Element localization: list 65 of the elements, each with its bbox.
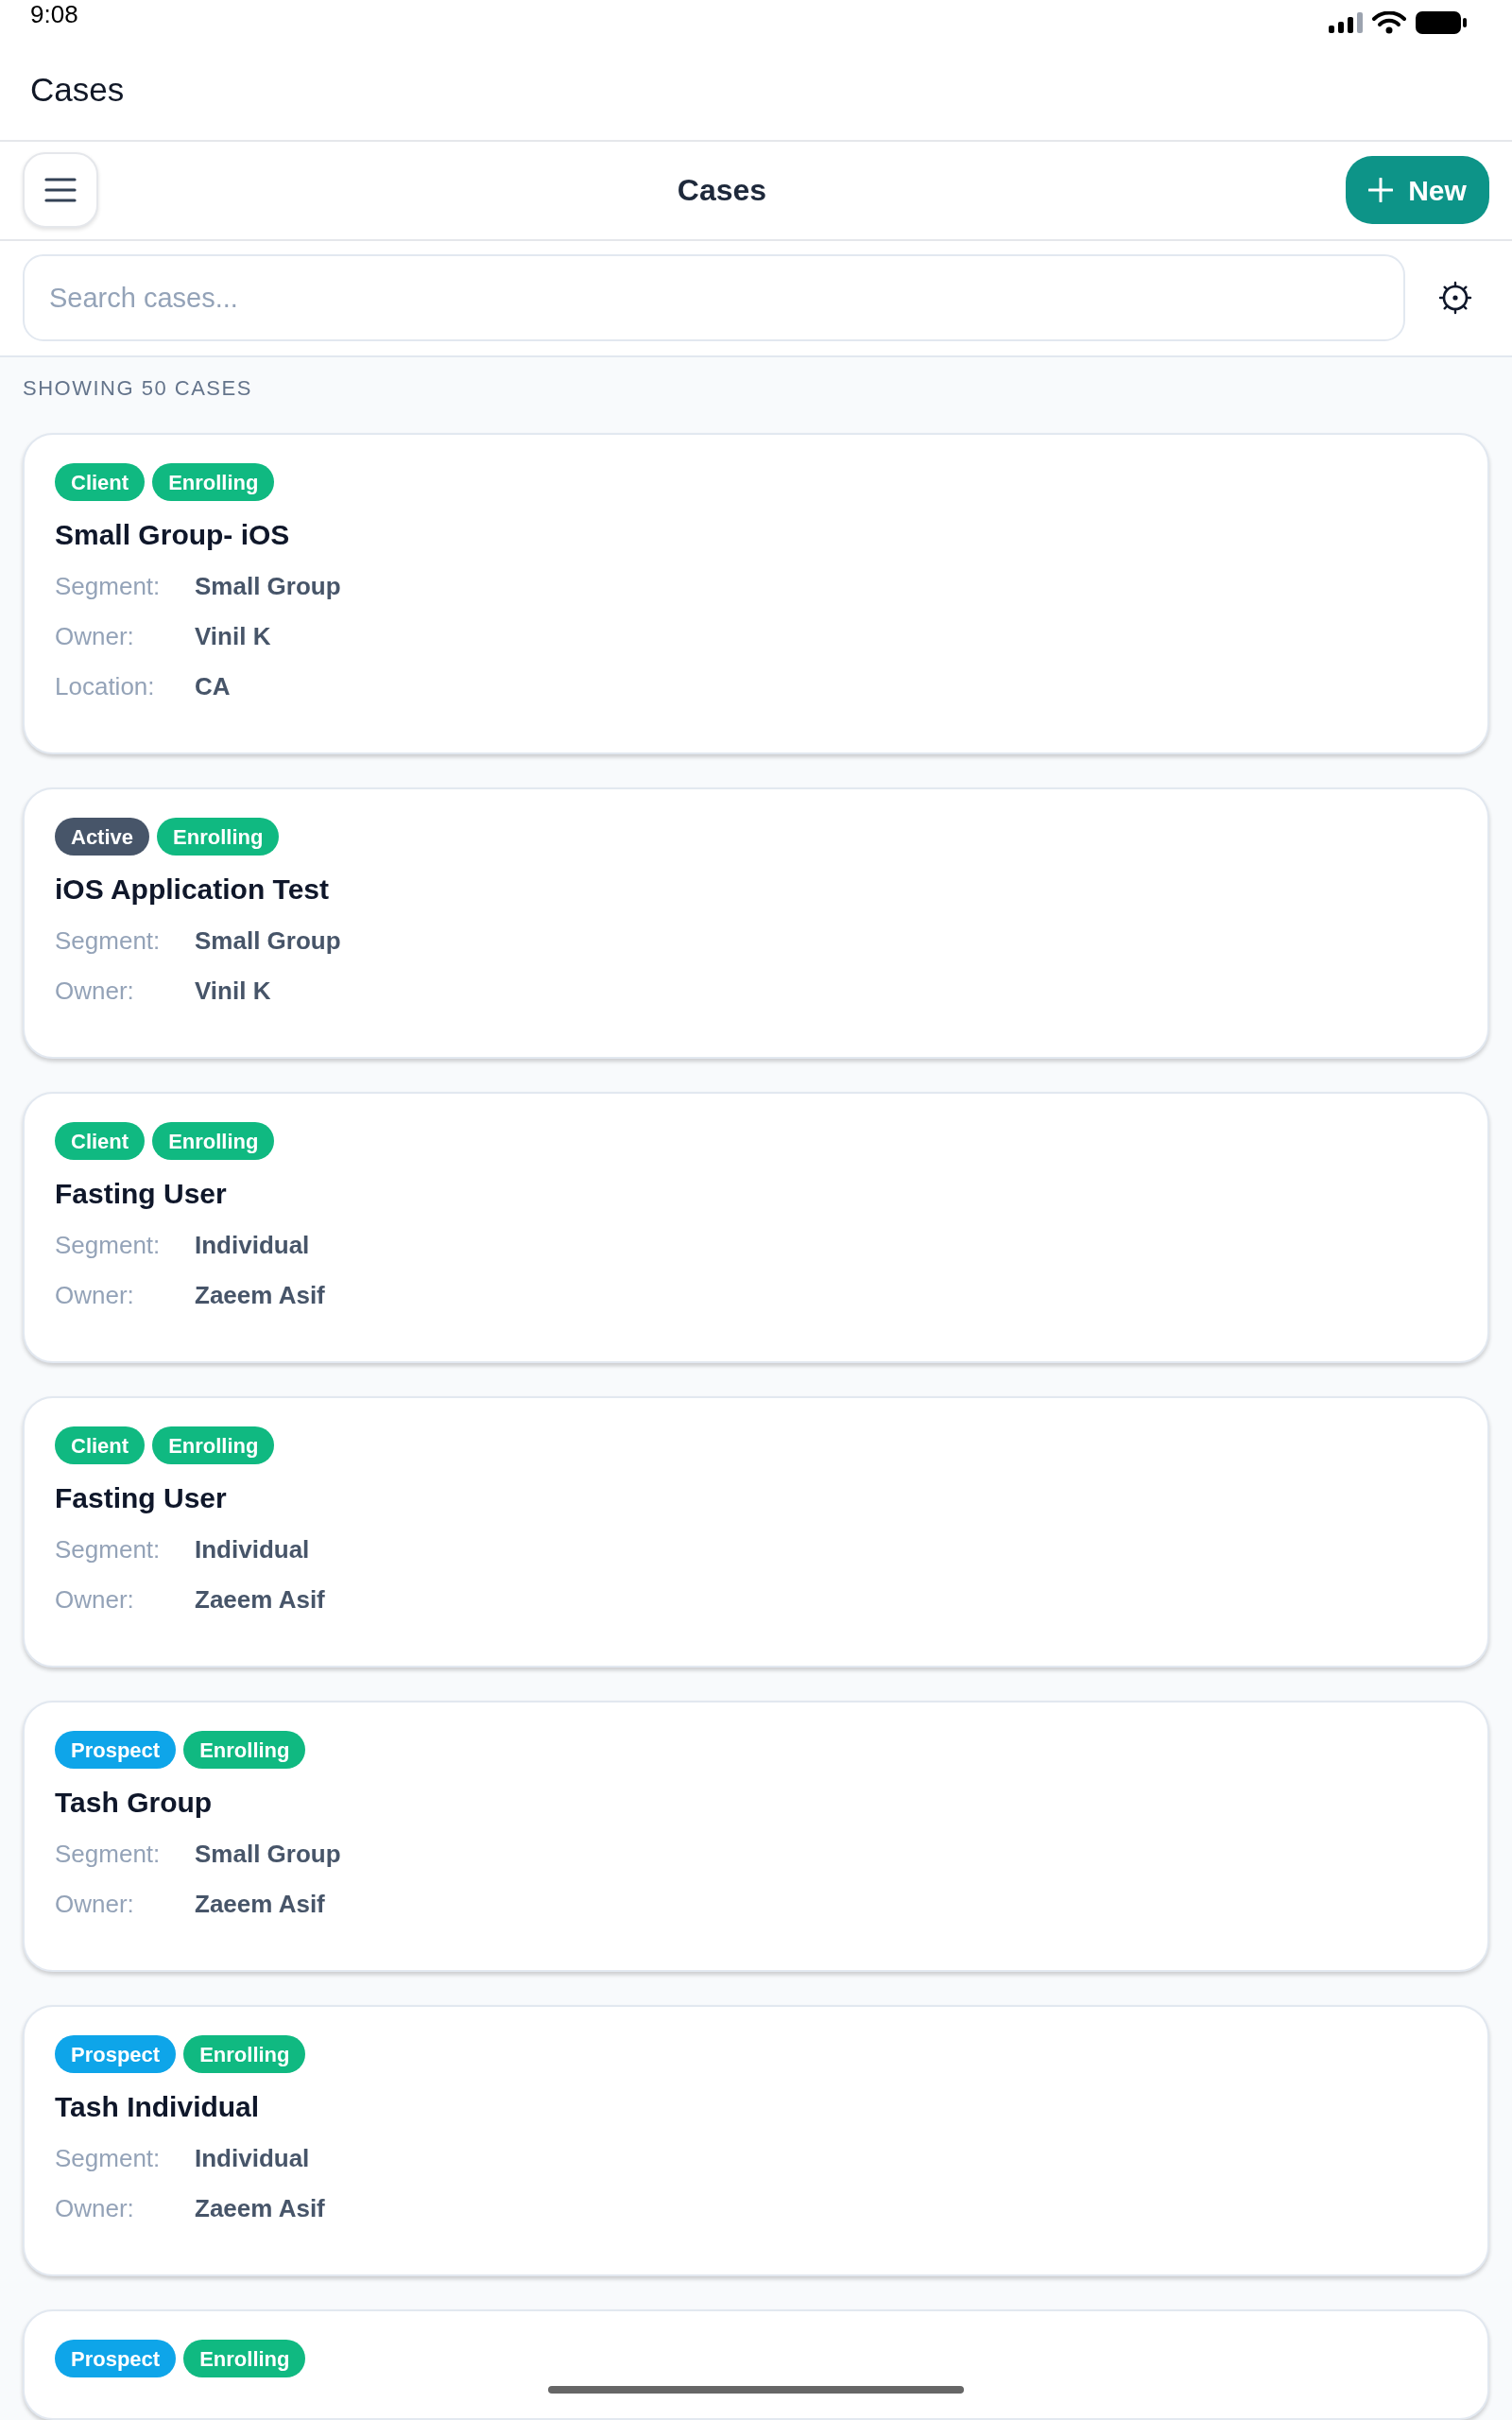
case-card[interactable]: Prospect Enrolling Tash Individual Segment: Individual Owner: Zaeem Asif bbox=[23, 2005, 1489, 2276]
case-tag: Enrolling bbox=[183, 1731, 306, 1769]
case-tag: Enrolling bbox=[183, 2340, 306, 2377]
case-tag: Enrolling bbox=[152, 1122, 275, 1160]
toolbar-title: Cases bbox=[677, 172, 767, 210]
field-value: Individual bbox=[195, 2143, 310, 2174]
status-time: 9:08 bbox=[30, 0, 78, 28]
field-label: Owner: bbox=[55, 2193, 135, 2224]
plus-icon bbox=[1368, 178, 1394, 203]
case-card[interactable]: Active Enrolling iOS Application Test Segment: Small Group Owner: Vinil K bbox=[23, 787, 1489, 1059]
case-title: Tash Group bbox=[55, 1786, 213, 1820]
wifi-icon bbox=[1372, 11, 1406, 34]
new-button[interactable]: New bbox=[1346, 156, 1489, 225]
field-value: Zaeem Asif bbox=[195, 1584, 325, 1616]
field-value: Small Group bbox=[195, 925, 341, 957]
field-value: Zaeem Asif bbox=[195, 1889, 325, 1920]
search-field[interactable]: Search cases... bbox=[23, 254, 1405, 342]
field-value: Vinil K bbox=[195, 976, 271, 1007]
case-tag: Client bbox=[55, 1122, 146, 1160]
field-value: CA bbox=[195, 671, 231, 702]
field-value: Individual bbox=[195, 1230, 310, 1261]
case-tag: Enrolling bbox=[152, 1426, 275, 1464]
battery-icon bbox=[1416, 11, 1467, 34]
field-label: Segment: bbox=[55, 1839, 162, 1870]
case-card[interactable]: Client Enrolling Fasting User Segment: Individual Owner: Zaeem Asif bbox=[23, 1396, 1489, 1668]
case-title: Small Group- iOS bbox=[55, 518, 290, 552]
case-tag: Client bbox=[55, 463, 146, 501]
signal-icon bbox=[1329, 12, 1363, 33]
field-label: Location: bbox=[55, 671, 156, 702]
case-card[interactable]: Client Enrolling Fasting User Segment: Individual Owner: Zaeem Asif bbox=[23, 1092, 1489, 1363]
result-count: SHOWING 50 CASES bbox=[23, 376, 252, 400]
field-value: Zaeem Asif bbox=[195, 2193, 325, 2224]
case-card[interactable]: Client Enrolling Small Group- iOS Segment: Small Group Owner: Vinil K Location: CA bbox=[23, 433, 1489, 754]
field-label: Segment: bbox=[55, 2143, 162, 2174]
field-value: Small Group bbox=[195, 571, 341, 602]
field-value: Vinil K bbox=[195, 621, 271, 652]
field-label: Owner: bbox=[55, 1889, 135, 1920]
case-tag: Enrolling bbox=[183, 2035, 306, 2073]
field-label: Segment: bbox=[55, 571, 162, 602]
case-tag: Client bbox=[55, 1426, 146, 1464]
case-tag: Enrolling bbox=[152, 463, 275, 501]
field-label: Owner: bbox=[55, 621, 135, 652]
case-title: Fasting User bbox=[55, 1481, 227, 1515]
page-title: Cases bbox=[30, 70, 125, 111]
field-value: Individual bbox=[195, 1534, 310, 1565]
case-tag: Prospect bbox=[55, 1731, 177, 1769]
menu-icon bbox=[44, 177, 77, 204]
field-label: Owner: bbox=[55, 1280, 135, 1311]
case-title: Tash Individual bbox=[55, 2090, 260, 2124]
field-label: Owner: bbox=[55, 976, 135, 1007]
case-card[interactable]: Prospect Enrolling Tash Group Segment: Small Group Owner: Zaeem Asif bbox=[23, 1701, 1489, 1972]
case-title: Fasting User bbox=[55, 1177, 227, 1211]
case-tag: Enrolling bbox=[157, 818, 280, 856]
field-label: Segment: bbox=[55, 1534, 162, 1565]
field-label: Segment: bbox=[55, 1230, 162, 1261]
field-label: Segment: bbox=[55, 925, 162, 957]
menu-button[interactable] bbox=[23, 152, 98, 229]
field-value: Small Group bbox=[195, 1839, 341, 1870]
field-value: Zaeem Asif bbox=[195, 1280, 325, 1311]
case-title: iOS Application Test bbox=[55, 873, 330, 907]
field-label: Owner: bbox=[55, 1584, 135, 1616]
case-tag: Prospect bbox=[55, 2340, 177, 2377]
settings-icon[interactable] bbox=[1438, 281, 1472, 316]
case-tag: Prospect bbox=[55, 2035, 177, 2073]
case-tag: Active bbox=[55, 818, 150, 856]
